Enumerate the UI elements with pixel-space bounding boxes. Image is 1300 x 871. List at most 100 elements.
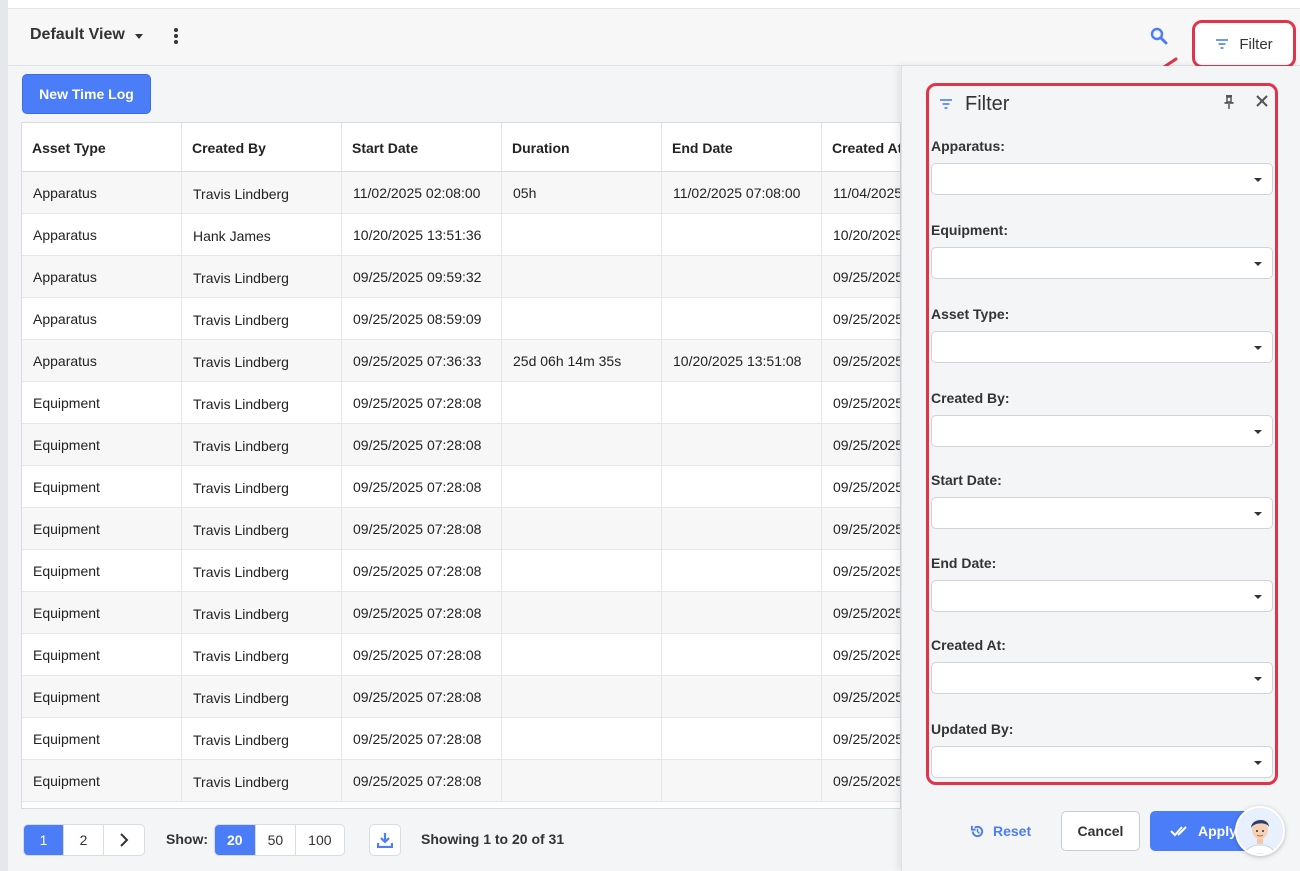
table-cell: 09/25/2025 [822, 466, 900, 507]
table-row[interactable]: Apparatus Travis Lindberg 11/02/2025 02:08… [22, 172, 900, 214]
column-header[interactable]: Created At [822, 123, 900, 171]
table-cell: 09/25/2025 [822, 508, 900, 549]
reset-button[interactable]: Reset [970, 823, 1031, 839]
table-cell: Equipment [22, 718, 182, 759]
table-cell: 10/20/2025 13:51:08 [662, 340, 822, 381]
start-date-select[interactable] [931, 497, 1273, 529]
filter-panel-highlight: Filter Apparatus: Equipment: Asset Type: [926, 83, 1278, 785]
table-cell [502, 760, 662, 801]
table-row[interactable]: Equipment Travis Lindberg 09/25/2025 07:28… [22, 718, 900, 760]
table-row[interactable]: Equipment Travis Lindberg 09/25/2025 07:28… [22, 508, 900, 550]
column-header[interactable]: Created By [182, 123, 342, 171]
end-date-select[interactable] [931, 580, 1273, 612]
table-cell: Equipment [22, 382, 182, 423]
table-row[interactable]: Apparatus Travis Lindberg 09/25/2025 08:59… [22, 298, 900, 340]
table-cell: Equipment [22, 508, 182, 549]
page-button-1[interactable]: 1 [24, 825, 64, 855]
dropdown-arrow-icon [1254, 262, 1262, 266]
left-edge [0, 0, 8, 871]
table-cell [502, 382, 662, 423]
chevron-right-icon [120, 833, 129, 847]
view-selector[interactable]: Default View [30, 26, 143, 44]
column-header[interactable]: Duration [502, 123, 662, 171]
table-cell: 09/25/2025 07:28:08 [342, 466, 502, 507]
filter-field-created-by: Created By: [931, 390, 1275, 447]
filter-button-label: Filter [1239, 35, 1273, 53]
page-button-2[interactable]: 2 [64, 825, 104, 855]
download-icon [377, 833, 393, 848]
showing-count: Showing 1 to 20 of 31 [421, 831, 565, 847]
filter-field-label: End Date: [931, 555, 997, 571]
asset-type-select[interactable] [931, 331, 1273, 363]
table-row[interactable]: Equipment Travis Lindberg 09/25/2025 07:28… [22, 760, 900, 802]
table-cell [662, 760, 822, 801]
table-cell: Apparatus [22, 214, 182, 255]
filter-field-label: Asset Type: [931, 306, 1010, 322]
table-cell: Travis Lindberg [182, 508, 342, 549]
table-row[interactable]: Apparatus Hank James 10/20/2025 13:51:36 10… [22, 214, 900, 256]
table-cell: Travis Lindberg [182, 592, 342, 633]
created-by-select[interactable] [931, 415, 1273, 447]
table-row[interactable]: Equipment Travis Lindberg 09/25/2025 07:28… [22, 550, 900, 592]
column-header[interactable]: Start Date [342, 123, 502, 171]
table-row[interactable]: Equipment Travis Lindberg 09/25/2025 07:28… [22, 676, 900, 718]
page-size-100[interactable]: 100 [296, 825, 343, 855]
table-cell: 09/25/2025 07:36:33 [342, 340, 502, 381]
equipment-select[interactable] [931, 247, 1273, 279]
dropdown-arrow-icon [1254, 430, 1262, 434]
table-cell: Travis Lindberg [182, 676, 342, 717]
assistant-avatar[interactable] [1235, 806, 1285, 856]
table-cell: Apparatus [22, 340, 182, 381]
table-cell: Travis Lindberg [182, 760, 342, 801]
reset-label: Reset [993, 823, 1032, 839]
next-page-button[interactable] [104, 825, 144, 855]
table-cell: Equipment [22, 466, 182, 507]
page-size-20[interactable]: 20 [215, 825, 256, 855]
table-cell: 09/25/2025 [822, 760, 900, 801]
pin-icon[interactable] [1223, 94, 1235, 110]
table-cell: 25d 06h 14m 35s [502, 340, 662, 381]
dropdown-arrow-icon [1254, 512, 1262, 516]
column-header[interactable]: Asset Type [22, 123, 182, 171]
table-cell: 05h [502, 172, 662, 213]
table-cell: Equipment [22, 760, 182, 801]
table-row[interactable]: Equipment Travis Lindberg 09/25/2025 07:28… [22, 466, 900, 508]
avatar-icon [1237, 808, 1283, 854]
table-row[interactable]: Equipment Travis Lindberg 09/25/2025 07:28… [22, 382, 900, 424]
table-cell: 09/25/2025 07:28:08 [342, 634, 502, 675]
table-cell: 09/25/2025 07:28:08 [342, 718, 502, 759]
table-row[interactable]: Apparatus Travis Lindberg 09/25/2025 09:59… [22, 256, 900, 298]
table-cell: 10/20/2025 [822, 214, 900, 255]
more-options-icon[interactable] [172, 28, 180, 44]
filter-field-start-date: Start Date: [931, 472, 1275, 529]
updated-by-select[interactable] [931, 746, 1273, 778]
page-size-50[interactable]: 50 [256, 825, 297, 855]
table-row[interactable]: Equipment Travis Lindberg 09/25/2025 07:28… [22, 634, 900, 676]
table-row[interactable]: Apparatus Travis Lindberg 09/25/2025 07:36… [22, 340, 900, 382]
table-row[interactable]: Equipment Travis Lindberg 09/25/2025 07:28… [22, 592, 900, 634]
dropdown-arrow-icon [1254, 677, 1262, 681]
table-body: Apparatus Travis Lindberg 11/02/2025 02:08… [22, 172, 900, 802]
search-icon[interactable] [1150, 27, 1168, 45]
new-time-log-button[interactable]: New Time Log [22, 74, 151, 114]
table-header: Asset Type Created By Start Date Duratio… [22, 123, 900, 172]
created-at-select[interactable] [931, 662, 1273, 694]
apply-label: Apply [1198, 823, 1237, 839]
table-cell: 09/25/2025 08:59:09 [342, 298, 502, 339]
table-row[interactable]: Equipment Travis Lindberg 09/25/2025 07:28… [22, 424, 900, 466]
column-header[interactable]: End Date [662, 123, 822, 171]
table-cell: Travis Lindberg [182, 424, 342, 465]
view-title: Default View [30, 26, 125, 43]
cancel-button[interactable]: Cancel [1061, 811, 1140, 851]
show-label: Show: [166, 831, 208, 847]
table-cell: 11/04/2025 [822, 172, 900, 213]
filter-icon [940, 99, 952, 109]
table-cell: Equipment [22, 676, 182, 717]
apparatus-select[interactable] [931, 163, 1273, 195]
close-icon[interactable] [1255, 94, 1269, 108]
filter-button[interactable]: Filter [1192, 20, 1296, 68]
download-button[interactable] [369, 824, 401, 856]
table-cell: 09/25/2025 07:28:08 [342, 550, 502, 591]
table-cell: 09/25/2025 07:28:08 [342, 592, 502, 633]
table-cell [662, 424, 822, 465]
